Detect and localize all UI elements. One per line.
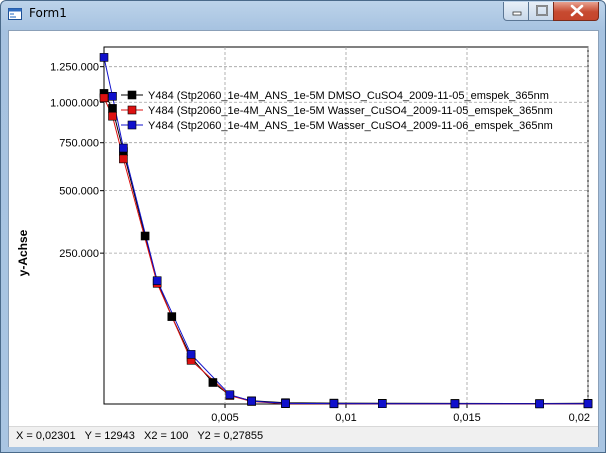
data-point-series-2 [108, 111, 117, 121]
data-point-series-3 [119, 143, 128, 153]
form-client-area: 1.250.000 1.000.000 750.000 500.000 250.000 … [8, 30, 599, 447]
y-tick-label: 1.250.000 [50, 62, 99, 74]
data-point-series-1 [140, 231, 150, 241]
legend-entry-1: Y484 (Stp2060_1e-4M_ANS_1e-5M DMSO_CuSO4… [148, 90, 549, 102]
data-point-series-3 [108, 91, 117, 101]
maximize-icon [536, 5, 548, 16]
data-point-series-3 [152, 276, 162, 285]
form-icon [8, 8, 22, 20]
data-point-series-3 [225, 390, 235, 400]
data-point-series-2 [119, 154, 128, 164]
x-tick-label: 0,02 [569, 412, 590, 424]
status-bar: X = 0,02301 Y = 12943 X2 = 100 Y2 = 0,27… [9, 426, 598, 447]
legend-marker-2 [127, 105, 137, 115]
application-window: Form1 1.250.000 1.000.000 750.000 500.000 25… [0, 0, 606, 453]
y-tick-label: 250.000 [59, 248, 99, 260]
y-tick-label: 500.000 [59, 186, 99, 198]
legend-entry-3: Y484 (Stp2060_1e-4M_ANS_1e-5M Wasser_CuS… [148, 120, 553, 132]
chart-panel[interactable]: 1.250.000 1.000.000 750.000 500.000 250.000 … [9, 31, 598, 426]
minimize-icon [512, 11, 522, 16]
data-point-series-3 [377, 399, 387, 409]
cursor-coordinates: X = 0,02301 Y = 12943 X2 = 100 Y2 = 0,27… [16, 430, 264, 442]
minimize-button[interactable] [503, 2, 529, 21]
data-point-series-3 [450, 399, 460, 409]
x-tick-label: 0,015 [453, 412, 481, 424]
legend-marker-3 [127, 120, 137, 130]
data-point-series-2 [99, 93, 109, 103]
window-title: Form1 [29, 6, 67, 20]
close-icon [570, 4, 584, 17]
data-point-series-3 [186, 350, 196, 359]
maximize-button[interactable] [528, 2, 554, 21]
x-tick-label: 0,005 [211, 412, 239, 424]
line-chart[interactable]: 1.250.0001.000.000750.000500.000250.000 … [9, 31, 598, 426]
data-point-series-3 [247, 396, 256, 406]
data-point-series-1 [208, 378, 218, 387]
data-point-series-1 [167, 312, 177, 321]
data-point-series-3 [583, 399, 593, 409]
y-tick-label: 750.000 [59, 138, 99, 150]
y-tick-label: 1.000.000 [50, 97, 99, 109]
legend-entry-2: Y484 (Stp2060_1e-4M_ANS_1e-5M Wasser_CuS… [148, 105, 553, 117]
data-point-series-3 [281, 399, 290, 408]
legend-marker-1 [127, 90, 137, 100]
close-button[interactable] [553, 2, 599, 21]
title-bar[interactable]: Form1 [1, 1, 605, 27]
data-point-series-3 [329, 399, 339, 408]
data-point-series-1 [108, 104, 117, 113]
y-axis-label: y-Achse [16, 229, 30, 276]
data-point-series-3 [535, 399, 544, 409]
x-tick-label: 0,01 [335, 412, 356, 424]
data-point-series-3 [99, 53, 109, 62]
